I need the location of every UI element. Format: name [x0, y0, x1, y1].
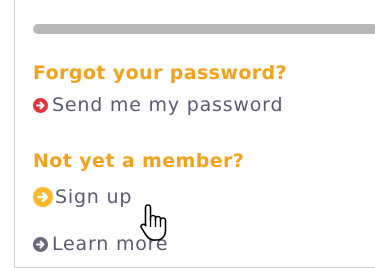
not-member-heading: Not yet a member? [33, 150, 245, 172]
hand-pointer-cursor-icon [140, 204, 167, 241]
sign-up-link[interactable]: Sign up [33, 186, 132, 208]
panel-header-bar [33, 24, 375, 34]
arrow-right-circle-icon [33, 97, 48, 113]
arrow-right-circle-icon [33, 187, 53, 207]
sign-up-label: Sign up [55, 186, 133, 208]
login-help-panel: Forgot your password? Send me my passwor… [14, 0, 375, 268]
forgot-password-heading: Forgot your password? [33, 62, 287, 84]
send-password-label: Send me my password [52, 94, 284, 116]
send-password-link[interactable]: Send me my password [33, 94, 283, 116]
arrow-right-circle-icon [33, 236, 48, 252]
